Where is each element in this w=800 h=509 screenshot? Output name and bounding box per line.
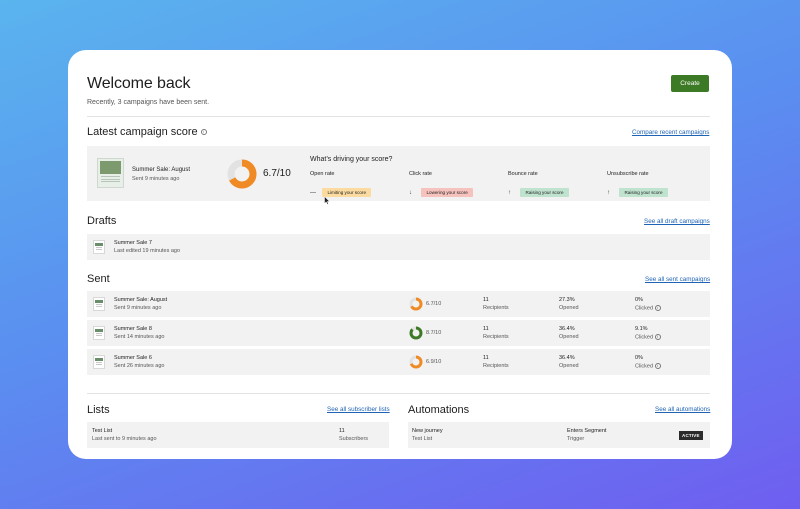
info-icon[interactable]: i [654, 305, 661, 311]
list-name[interactable]: Test List [92, 428, 112, 434]
clicked-label: Clicked i [635, 305, 661, 311]
score-ring [409, 326, 423, 340]
score-donut [227, 159, 257, 189]
driver-label: Click rate [409, 171, 432, 177]
clicked-label: Clicked i [635, 363, 661, 369]
create-button[interactable]: Create [671, 75, 709, 92]
automation-list: Test List [412, 436, 433, 442]
page-title: Welcome back [87, 75, 191, 92]
sent-campaign-name[interactable]: Summer Sale 6 [114, 355, 152, 361]
see-all-sent-link[interactable]: See all sent campaigns [645, 276, 710, 283]
driver-label: Unsubscribe rate [607, 171, 649, 177]
score-ring [409, 355, 423, 369]
lowering-badge: Lowering your score [421, 188, 473, 197]
dashboard-card: Welcome back Recently, 3 campaigns have … [68, 50, 732, 459]
opened-label: Opened [559, 334, 579, 340]
campaign-thumbnail [93, 240, 105, 254]
recipients-value: 11 [483, 297, 489, 303]
dash-icon: — [310, 190, 316, 196]
score-section-title: Latest campaign score i [87, 126, 207, 138]
see-all-automations-link[interactable]: See all automations [655, 406, 710, 413]
raising-badge: Raising your score [619, 188, 668, 197]
lists-title: Lists [87, 404, 110, 416]
mouse-cursor-icon [324, 196, 330, 205]
clicked-value: 0% [635, 297, 643, 303]
sent-campaign-time: Sent 9 minutes ago [114, 305, 162, 311]
automations-title: Automations [408, 404, 470, 416]
list-item[interactable]: Summer Sale 7 Last edited 19 minutes ago [87, 234, 710, 260]
driver-label: Open rate [310, 171, 335, 177]
opened-label: Opened [559, 305, 579, 311]
table-row[interactable]: Summer Sale 8 Sent 14 minutes ago 8.7/10… [87, 320, 710, 346]
score-campaign-time: Sent 9 minutes ago [132, 176, 180, 182]
campaign-thumbnail [93, 326, 105, 340]
raising-badge: Raising your score [520, 188, 569, 197]
recipients-value: 11 [483, 326, 489, 332]
score-panel: Summer Sale: August Sent 9 minutes ago 6… [87, 146, 710, 201]
recipients-label: Recipients [483, 363, 509, 369]
sent-campaign-time: Sent 14 minutes ago [114, 334, 165, 340]
subscriber-count: 11 [339, 428, 345, 434]
section-divider [87, 393, 710, 394]
see-all-lists-link[interactable]: See all subscriber lists [327, 406, 390, 413]
drivers-title: What’s driving your score? [310, 156, 393, 163]
table-row[interactable]: Summer Sale 6 Sent 26 minutes ago 6.9/10… [87, 349, 710, 375]
campaign-thumbnail [97, 158, 124, 188]
arrow-up-icon: ↑ [607, 190, 610, 196]
opened-value: 36.4% [559, 326, 575, 332]
sent-campaign-time: Sent 26 minutes ago [114, 363, 165, 369]
clicked-label: Clicked i [635, 334, 661, 340]
arrow-up-icon: ↑ [508, 190, 511, 196]
automation-trigger-label: Trigger [567, 436, 585, 442]
sent-campaign-name[interactable]: Summer Sale 8 [114, 326, 152, 332]
driver-label: Bounce rate [508, 171, 538, 177]
table-row[interactable]: Summer Sale: August Sent 9 minutes ago 6… [87, 291, 710, 317]
campaign-thumbnail [93, 297, 105, 311]
compare-campaigns-link[interactable]: Compare recent campaigns [632, 129, 709, 136]
score-campaign-name[interactable]: Summer Sale: August [132, 167, 190, 173]
sent-score: 8.7/10 [426, 330, 442, 336]
campaign-thumbnail [93, 355, 105, 369]
status-badge: ACTIVE [679, 431, 703, 440]
clicked-value: 9.1% [635, 326, 648, 332]
opened-label: Opened [559, 363, 579, 369]
driver-click-rate: Click rate ↓ Lowering your score [409, 171, 473, 199]
sent-score: 6.7/10 [426, 301, 442, 307]
recipients-value: 11 [483, 355, 489, 361]
sent-score: 6.9/10 [426, 359, 442, 365]
clicked-value: 0% [635, 355, 643, 361]
score-value: 6.7/10 [263, 168, 291, 179]
driver-bounce-rate: Bounce rate ↑ Raising your score [508, 171, 569, 199]
list-item[interactable]: New journey Test List Enters Segment Tri… [408, 422, 710, 448]
driver-unsubscribe-rate: Unsubscribe rate ↑ Raising your score [607, 171, 668, 199]
sent-title: Sent [87, 273, 110, 285]
automation-name[interactable]: New journey [412, 428, 443, 434]
driver-open-rate: Open rate — Limiting your score [310, 171, 372, 199]
score-title: Latest campaign score [87, 126, 198, 138]
draft-time: Last edited 19 minutes ago [114, 248, 181, 254]
automation-trigger: Enters Segment [567, 428, 607, 434]
header-divider [87, 116, 710, 117]
draft-name[interactable]: Summer Sale 7 [114, 240, 152, 246]
score-ring-arc [409, 326, 423, 340]
list-item[interactable]: Test List Last sent to 9 minutes ago 11 … [87, 422, 389, 448]
opened-value: 36.4% [559, 355, 575, 361]
score-ring [409, 297, 423, 311]
opened-value: 27.3% [559, 297, 575, 303]
subscriber-label: Subscribers [339, 436, 369, 442]
info-icon[interactable]: i [654, 363, 661, 369]
sent-campaign-name[interactable]: Summer Sale: August [114, 297, 167, 303]
info-icon[interactable]: i [654, 334, 661, 340]
arrow-down-icon: ↓ [409, 190, 412, 196]
list-time: Last sent to 9 minutes ago [92, 436, 157, 442]
info-icon[interactable]: i [200, 129, 207, 136]
page-subtitle: Recently, 3 campaigns have been sent. [87, 99, 210, 106]
drafts-title: Drafts [87, 215, 117, 227]
see-all-drafts-link[interactable]: See all draft campaigns [644, 218, 710, 225]
recipients-label: Recipients [483, 305, 509, 311]
recipients-label: Recipients [483, 334, 509, 340]
